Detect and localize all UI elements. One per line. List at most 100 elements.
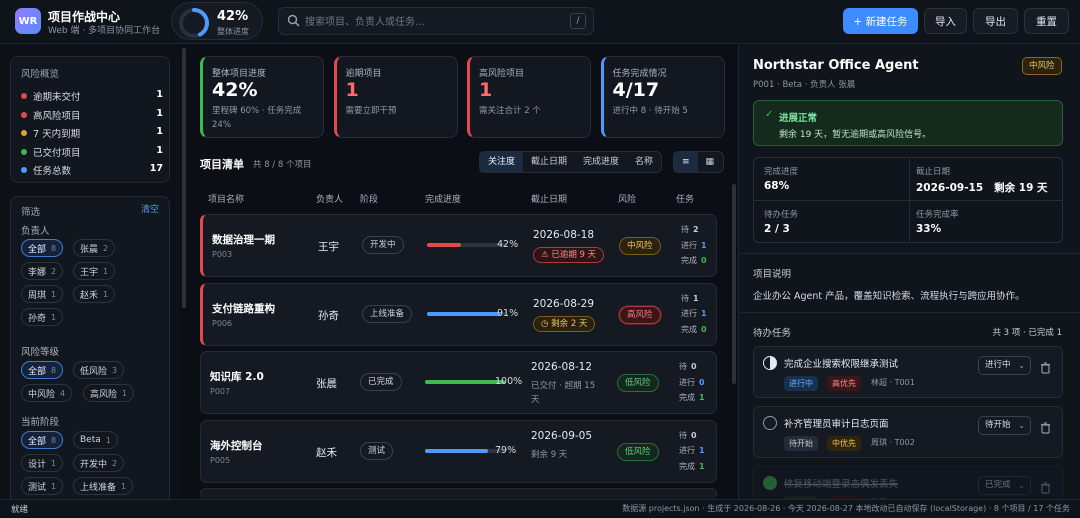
- risk-row: 任务总数 17: [21, 163, 163, 177]
- owner-filter-chip[interactable]: 孙奇 1: [21, 308, 64, 326]
- list-view-icon[interactable]: ≡: [674, 152, 698, 172]
- status-text: 就绪: [11, 505, 29, 515]
- owner-filter-chip[interactable]: 赵禾 1: [73, 285, 116, 303]
- list-scrollbar[interactable]: [732, 184, 736, 384]
- stat-title: 任务完成情况: [612, 69, 667, 79]
- table-row[interactable]: 知识库 2.0 P007 张晨 已完成 100% 2026-08-12 已交付 · 超期 1…: [200, 351, 717, 414]
- owner-filter-chip-count: 2: [103, 243, 109, 253]
- owner-filter-chip-count: 2: [51, 266, 57, 276]
- metric-value: 2026-09-15 剩余 19 天: [916, 182, 1048, 194]
- sort-tab[interactable]: 完成进度: [575, 152, 627, 172]
- stat-subtitle: 需关注合计 2 个: [479, 106, 541, 116]
- metric-label: 任务完成率: [916, 210, 959, 220]
- stage-filter-chip[interactable]: 测试 1: [21, 477, 64, 495]
- risk-count: 1: [156, 107, 163, 119]
- task-status-select-value: 已完成: [985, 480, 1011, 490]
- clear-filters-link[interactable]: 清空: [141, 202, 159, 215]
- stat-card: 高风险项目 1 需关注合计 2 个: [467, 56, 591, 138]
- risk-filter-chip-count: 3: [112, 365, 118, 375]
- progress-percent: 79%: [495, 444, 517, 456]
- column-header: 项目名称: [208, 195, 245, 205]
- task-status-icon[interactable]: [763, 356, 777, 370]
- owner-filter-chip[interactable]: 全部 8: [21, 239, 64, 257]
- metric-value: 2 / 3: [764, 223, 790, 235]
- delete-task-icon[interactable]: [1040, 479, 1051, 498]
- stage-filter-chip[interactable]: Beta 1: [73, 431, 118, 449]
- owner-filter-chip[interactable]: 王宇 1: [73, 262, 116, 280]
- progress-fill: [427, 311, 500, 316]
- stage-filter-chip[interactable]: 上线准备 1: [73, 477, 134, 495]
- progress-fill: [425, 380, 505, 384]
- column-header: 任务: [676, 195, 695, 205]
- stage-filter-chip-count: 2: [112, 458, 118, 468]
- reset-button[interactable]: 重置: [1024, 8, 1069, 34]
- new-task-button[interactable]: + 新建任务: [843, 8, 918, 34]
- grid-view-icon[interactable]: ▦: [698, 152, 723, 172]
- risk-filter-chip[interactable]: 低风险 3: [73, 361, 125, 379]
- table-row[interactable]: 数据治理一期 P003 王宇 开发中 42% 2026-08-18 ⚠ 已逾期 9 天中风险…: [200, 214, 717, 277]
- chevron-down-icon: ⌄: [1018, 421, 1025, 430]
- task-status-select[interactable]: 进行中 ⌄: [978, 356, 1031, 375]
- task-item[interactable]: 补齐管理员审计日志页面 待开始 中优先 周琪 · T002 待开始 ⌄: [753, 406, 1063, 458]
- stat-subtitle: 需要立即干预: [345, 106, 397, 116]
- risk-row: 已交付项目 1: [21, 145, 163, 159]
- description-text: 企业办公 Agent 产品，覆盖知识检索、流程执行与跨应用协作。: [753, 291, 1025, 302]
- chevron-down-icon: ⌄: [1018, 361, 1025, 370]
- risk-count: 1: [156, 144, 163, 156]
- stage-filter-chip[interactable]: 开发中 2: [73, 454, 125, 472]
- task-status-select[interactable]: 待开始 ⌄: [978, 416, 1031, 435]
- section-divider: [739, 312, 1080, 313]
- risk-filter-chip[interactable]: 全部 8: [21, 361, 64, 379]
- progress-percent: 42%: [217, 9, 249, 24]
- task-status-icon[interactable]: [763, 476, 777, 490]
- project-owner: 赵禾: [316, 446, 337, 459]
- table-row[interactable]: 支付链路重构 P006 孙奇 上线准备 91% 2026-08-29 ◷ 剩余 2 天 高风险…: [200, 282, 717, 346]
- search-input[interactable]: [305, 13, 545, 31]
- stat-title: 逾期项目: [345, 69, 382, 79]
- due-badge: ⚠ 已逾期 9 天: [533, 247, 605, 263]
- risk-count: 17: [149, 163, 163, 174]
- owner-filter-chip[interactable]: 张晨 2: [73, 239, 116, 257]
- risk-filter-chip-label: 低风险: [80, 366, 108, 377]
- stage-filter-chip-label: 测试: [28, 482, 47, 493]
- task-count-label: 待: [679, 430, 687, 440]
- status-dot-icon: [21, 167, 27, 173]
- sort-tab[interactable]: 名称: [627, 152, 661, 172]
- stage-filter-chip-label: Beta: [80, 435, 101, 445]
- owner-filter-chip[interactable]: 周琪 1: [21, 285, 64, 303]
- export-button[interactable]: 导出: [973, 8, 1018, 34]
- risk-filter-chip[interactable]: 高风险 1: [83, 384, 135, 402]
- owner-filter-chip-label: 王宇: [80, 267, 99, 278]
- task-count-label: 完成: [681, 324, 697, 334]
- progress-bar: [425, 448, 505, 453]
- delete-task-icon[interactable]: [1040, 419, 1051, 438]
- sort-tab[interactable]: 截止日期: [523, 152, 575, 172]
- owner-filter-chip-count: 1: [51, 289, 57, 299]
- import-button[interactable]: 导入: [924, 8, 967, 34]
- task-count-done: 完成 1: [679, 461, 705, 472]
- stage-filter-chip-label: 全部: [28, 436, 47, 447]
- risk-filter-chip-label: 全部: [28, 366, 47, 377]
- task-status-select[interactable]: 已完成 ⌄: [978, 476, 1031, 495]
- task-status-icon[interactable]: [763, 416, 777, 430]
- progress-bar: [425, 380, 505, 384]
- stage-filter-chip-count: 8: [51, 435, 57, 445]
- filter-title: 筛选: [21, 207, 41, 218]
- delete-task-icon[interactable]: [1040, 359, 1051, 378]
- task-count-doing: 进行 1: [681, 308, 707, 319]
- owner-filter-chip-label: 赵禾: [80, 290, 99, 301]
- stage-filter-chip[interactable]: 设计 1: [21, 454, 64, 472]
- sort-tab[interactable]: 关注度: [480, 152, 524, 172]
- table-row[interactable]: 海外控制台 P005 赵禾 测试 79% 2026-09-05 剩余 9 天 低风险 待 0 进行 1…: [200, 419, 717, 483]
- stage-filter-chip[interactable]: 全部 8: [21, 431, 64, 449]
- risk-filter-chip-count: 1: [122, 388, 128, 398]
- column-header: 截止日期: [531, 195, 568, 205]
- search-box[interactable]: /: [278, 7, 594, 35]
- table-row[interactable]: [200, 488, 717, 499]
- risk-filter-chip[interactable]: 中风险 4: [21, 384, 73, 402]
- owner-filter-chip[interactable]: 李娜 2: [21, 262, 64, 280]
- task-item[interactable]: 完成企业搜索权限继承测试 进行中 高优先 林超 · T001 进行中 ⌄: [753, 346, 1063, 398]
- sidebar-scrollbar[interactable]: [182, 48, 186, 308]
- project-name: 海外控制台: [210, 439, 263, 452]
- risk-label: 逾期未交付: [33, 92, 81, 103]
